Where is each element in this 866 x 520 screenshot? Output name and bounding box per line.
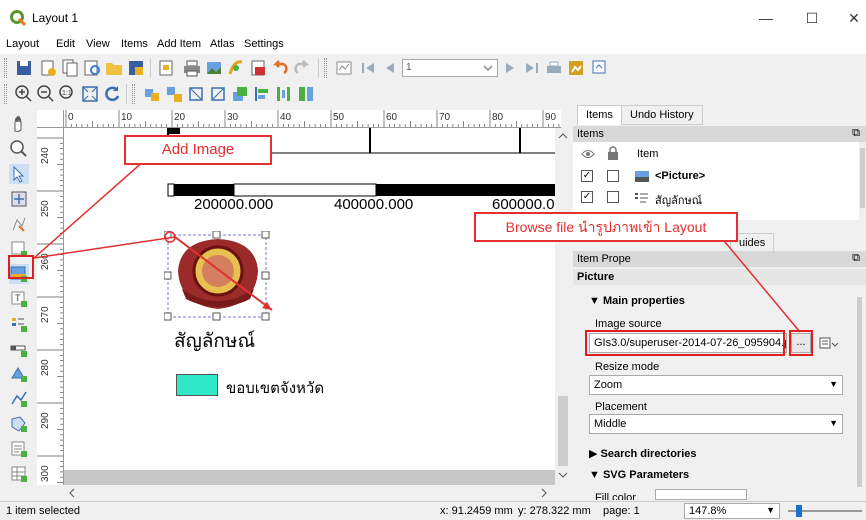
browse-file-callout: Browse file นำรูปภาพเข้า Layout [474,212,738,242]
add-image-callout: Add Image [124,135,272,165]
add-image-highlight [8,255,34,279]
image-source-highlight [585,330,785,356]
browse-button-highlight [789,330,813,356]
annotation-arrows [33,159,801,333]
